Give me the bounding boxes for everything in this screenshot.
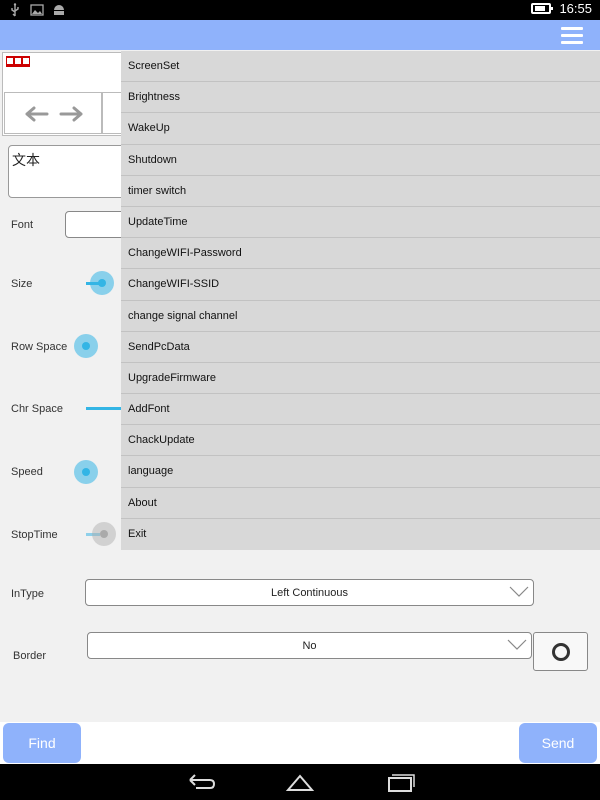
bottom-toolbar: [0, 722, 600, 764]
app-bar: [0, 20, 600, 50]
navigation-bar: [0, 764, 600, 800]
intype-select[interactable]: Left Continuous: [85, 579, 534, 606]
find-button[interactable]: Find: [3, 723, 81, 763]
image-icon: [30, 4, 44, 16]
menu-item-changewifi-ssid[interactable]: ChangeWIFI-SSID: [121, 269, 600, 301]
menu-item-chackupdate[interactable]: ChackUpdate: [121, 425, 600, 457]
home-icon[interactable]: [284, 772, 316, 792]
menu-item-upgradefirmware[interactable]: UpgradeFirmware: [121, 363, 600, 395]
clock: 16:55: [559, 1, 592, 16]
size-slider-thumb[interactable]: [90, 271, 114, 295]
overflow-menu: ScreenSet Brightness WakeUp Shutdown timer s…: [121, 51, 600, 550]
menu-item-sendpcdata[interactable]: SendPcData: [121, 332, 600, 363]
menu-item-shutdown[interactable]: Shutdown: [121, 145, 600, 176]
border-select[interactable]: No: [87, 632, 532, 659]
font-label: Font: [11, 219, 34, 231]
chr-space-label: Chr Space: [11, 403, 63, 415]
led-preview-strip: [6, 56, 30, 67]
row-space-slider-thumb[interactable]: [74, 334, 98, 358]
chevron-down-icon: [509, 586, 529, 597]
menu-item-addfont[interactable]: AddFont: [121, 394, 600, 426]
menu-item-exit[interactable]: Exit: [121, 519, 600, 550]
send-button[interactable]: Send: [519, 723, 597, 763]
recent-apps-icon[interactable]: [384, 772, 416, 792]
menu-item-changewifi-password[interactable]: ChangeWIFI-Password: [121, 238, 600, 270]
border-radio-button[interactable]: [533, 632, 588, 671]
speed-slider-thumb[interactable]: [74, 460, 98, 484]
menu-item-about[interactable]: About: [121, 488, 600, 519]
menu-item-wakeup[interactable]: WakeUp: [121, 113, 600, 145]
menu-item-brightness[interactable]: Brightness: [121, 82, 600, 114]
stoptime-label: StopTime: [11, 529, 58, 541]
border-value: No: [302, 640, 317, 652]
message-text-input[interactable]: 文本: [8, 145, 132, 198]
menu-item-updatetime[interactable]: UpdateTime: [121, 207, 600, 239]
intype-value: Left Continuous: [270, 587, 349, 599]
menu-item-screenset[interactable]: ScreenSet: [121, 51, 600, 83]
speed-label: Speed: [11, 466, 43, 478]
chevron-down-icon: [507, 639, 527, 650]
border-label: Border: [13, 650, 47, 662]
chr-space-slider-track[interactable]: [86, 407, 122, 410]
menu-item-language[interactable]: language: [121, 456, 600, 488]
left-right-arrows-icon: [25, 106, 83, 122]
stoptime-slider-thumb[interactable]: [92, 522, 116, 546]
size-label: Size: [11, 278, 33, 290]
battery-icon: [531, 3, 554, 14]
scroll-arrows-button[interactable]: [4, 92, 102, 134]
menu-item-change-signal-channel[interactable]: change signal channel: [121, 301, 600, 332]
intype-label: InType: [11, 588, 45, 600]
usb-icon: [11, 3, 19, 17]
hamburger-menu-icon[interactable]: [561, 23, 583, 47]
back-icon[interactable]: [184, 772, 216, 792]
row-space-label: Row Space: [11, 341, 68, 353]
radio-ring-icon: [552, 643, 570, 661]
menu-item-timer-switch[interactable]: timer switch: [121, 176, 600, 207]
android-icon: [54, 5, 64, 15]
status-bar: 16:55: [0, 0, 600, 20]
